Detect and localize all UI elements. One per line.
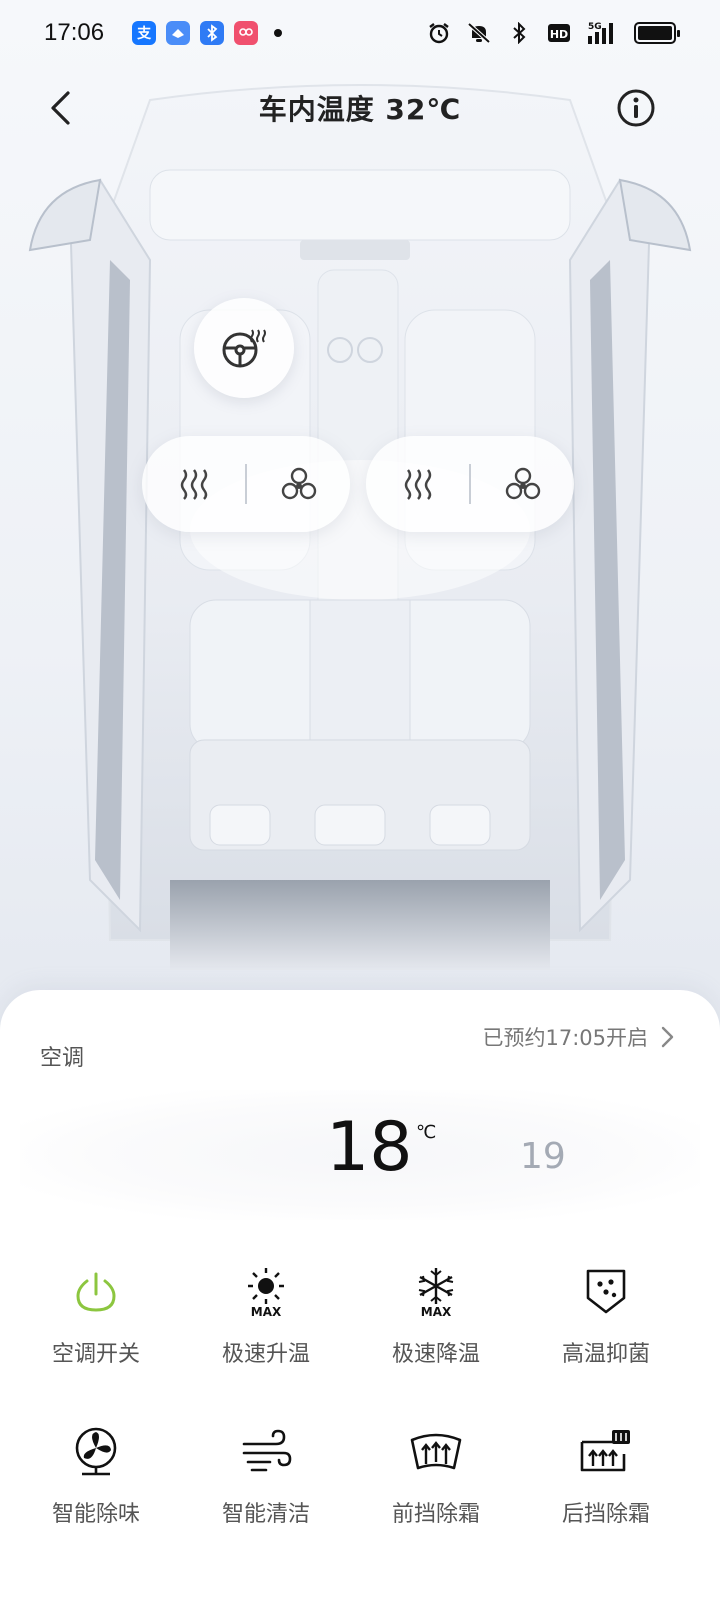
driver-seat-vent-button[interactable] xyxy=(247,436,350,532)
driver-seat-heat-button[interactable] xyxy=(142,436,245,532)
power-icon xyxy=(76,1272,116,1312)
front-defrost-button[interactable]: 前挡除霜 xyxy=(348,1412,524,1572)
max-text: MAX xyxy=(421,1305,452,1318)
app-icon-4 xyxy=(234,21,259,45)
rapid-heat-button[interactable]: MAX 极速升温 xyxy=(178,1252,354,1412)
deodorize-label: 智能除味 xyxy=(51,1502,140,1527)
ac-panel: 空调 已预约17:05开启 18 ℃ 19 空调开关 MAX 极速升温 MAX … xyxy=(0,990,720,1612)
battery-icon xyxy=(634,22,680,44)
clean-button[interactable]: 智能清洁 xyxy=(178,1412,354,1572)
passenger-seat-controls xyxy=(366,436,574,532)
schedule-text: 已预约17:05开启 xyxy=(482,1026,648,1050)
car-top-view-image xyxy=(28,84,692,970)
seat-vent-icon xyxy=(281,467,316,500)
wind-icon xyxy=(242,1429,292,1472)
rear-defrost-button[interactable]: 后挡除霜 xyxy=(518,1412,694,1572)
status-time: 17:06 xyxy=(44,19,105,46)
temperature-unit: ℃ xyxy=(416,1122,437,1143)
signal-5g-icon: 5G xyxy=(586,20,620,46)
deodorize-button[interactable]: 智能除味 xyxy=(8,1412,184,1572)
clean-label: 智能清洁 xyxy=(221,1502,310,1527)
driver-seat-controls xyxy=(142,436,350,532)
front-defrost-icon xyxy=(410,1433,462,1470)
seat-vent-icon xyxy=(505,467,540,500)
alipay-icon: 支 xyxy=(132,21,157,45)
ac-section-label: 空调 xyxy=(40,1046,85,1071)
bluetooth-app-icon xyxy=(200,21,225,45)
svg-text:5G: 5G xyxy=(588,22,602,32)
sterilize-button[interactable]: 高温抑菌 xyxy=(518,1252,694,1412)
info-icon xyxy=(617,89,655,127)
max-text: MAX xyxy=(251,1305,282,1318)
front-defrost-label: 前挡除霜 xyxy=(391,1502,480,1527)
hd-icon: HD xyxy=(546,20,572,46)
status-indicators: HD 5G xyxy=(426,20,680,46)
shield-dots-icon xyxy=(586,1269,626,1314)
rear-defrost-label: 后挡除霜 xyxy=(561,1502,650,1527)
snow-max-icon: MAX xyxy=(418,1268,454,1318)
rapid-heat-label: 极速升温 xyxy=(221,1342,310,1367)
rapid-cool-label: 极速降温 xyxy=(391,1342,480,1367)
header: 车内温度 32℃ xyxy=(0,76,720,140)
steering-wheel-heat-button[interactable] xyxy=(194,298,294,398)
passenger-seat-heat-button[interactable] xyxy=(366,436,469,532)
passenger-seat-vent-button[interactable] xyxy=(471,436,574,532)
next-temperature-option[interactable]: 19 xyxy=(520,1136,566,1177)
rear-defrost-icon xyxy=(580,1430,630,1472)
bluetooth-icon xyxy=(506,20,532,46)
rapid-cool-button[interactable]: MAX 极速降温 xyxy=(348,1252,524,1412)
seat-heat-icon xyxy=(404,469,431,500)
notification-dot xyxy=(274,29,283,37)
alarm-icon xyxy=(426,20,452,46)
back-button[interactable] xyxy=(40,86,80,130)
steering-wheel-heat-icon xyxy=(222,329,266,368)
ac-power-label: 空调开关 xyxy=(51,1342,140,1367)
chevron-left-icon xyxy=(51,91,70,125)
ac-power-button[interactable]: 空调开关 xyxy=(8,1252,184,1412)
ac-controls-row-1: 空调开关 MAX 极速升温 MAX 极速降温 高温抑菌 xyxy=(0,1252,720,1412)
sun-max-icon: MAX xyxy=(248,1268,284,1318)
temperature-picker[interactable]: 18 ℃ 19 xyxy=(20,1090,700,1220)
current-temperature: 18 xyxy=(326,1108,413,1187)
status-app-icons: 支 xyxy=(132,21,283,45)
status-bar: 17:06 支 HD 5G xyxy=(0,0,720,66)
mute-icon xyxy=(466,20,492,46)
ac-controls-row-2: 智能除味 智能清洁 前挡除霜 后挡除霜 xyxy=(0,1412,720,1572)
car-illustration xyxy=(0,60,720,1000)
app-icon-2 xyxy=(166,21,191,45)
info-button[interactable] xyxy=(614,86,658,130)
seat-heat-icon xyxy=(180,469,207,500)
schedule-link[interactable]: 已预约17:05开启 xyxy=(482,1022,674,1052)
ac-controls-grid: 空调开关 MAX 极速升温 MAX 极速降温 高温抑菌 智能除味 智能清洁 前挡… xyxy=(0,1252,720,1572)
page-title: 车内温度 32℃ xyxy=(258,93,462,126)
svg-text:HD: HD xyxy=(550,28,568,41)
fan-icon xyxy=(75,1427,117,1476)
chevron-right-icon xyxy=(661,1026,674,1048)
sterilize-label: 高温抑菌 xyxy=(561,1342,650,1367)
